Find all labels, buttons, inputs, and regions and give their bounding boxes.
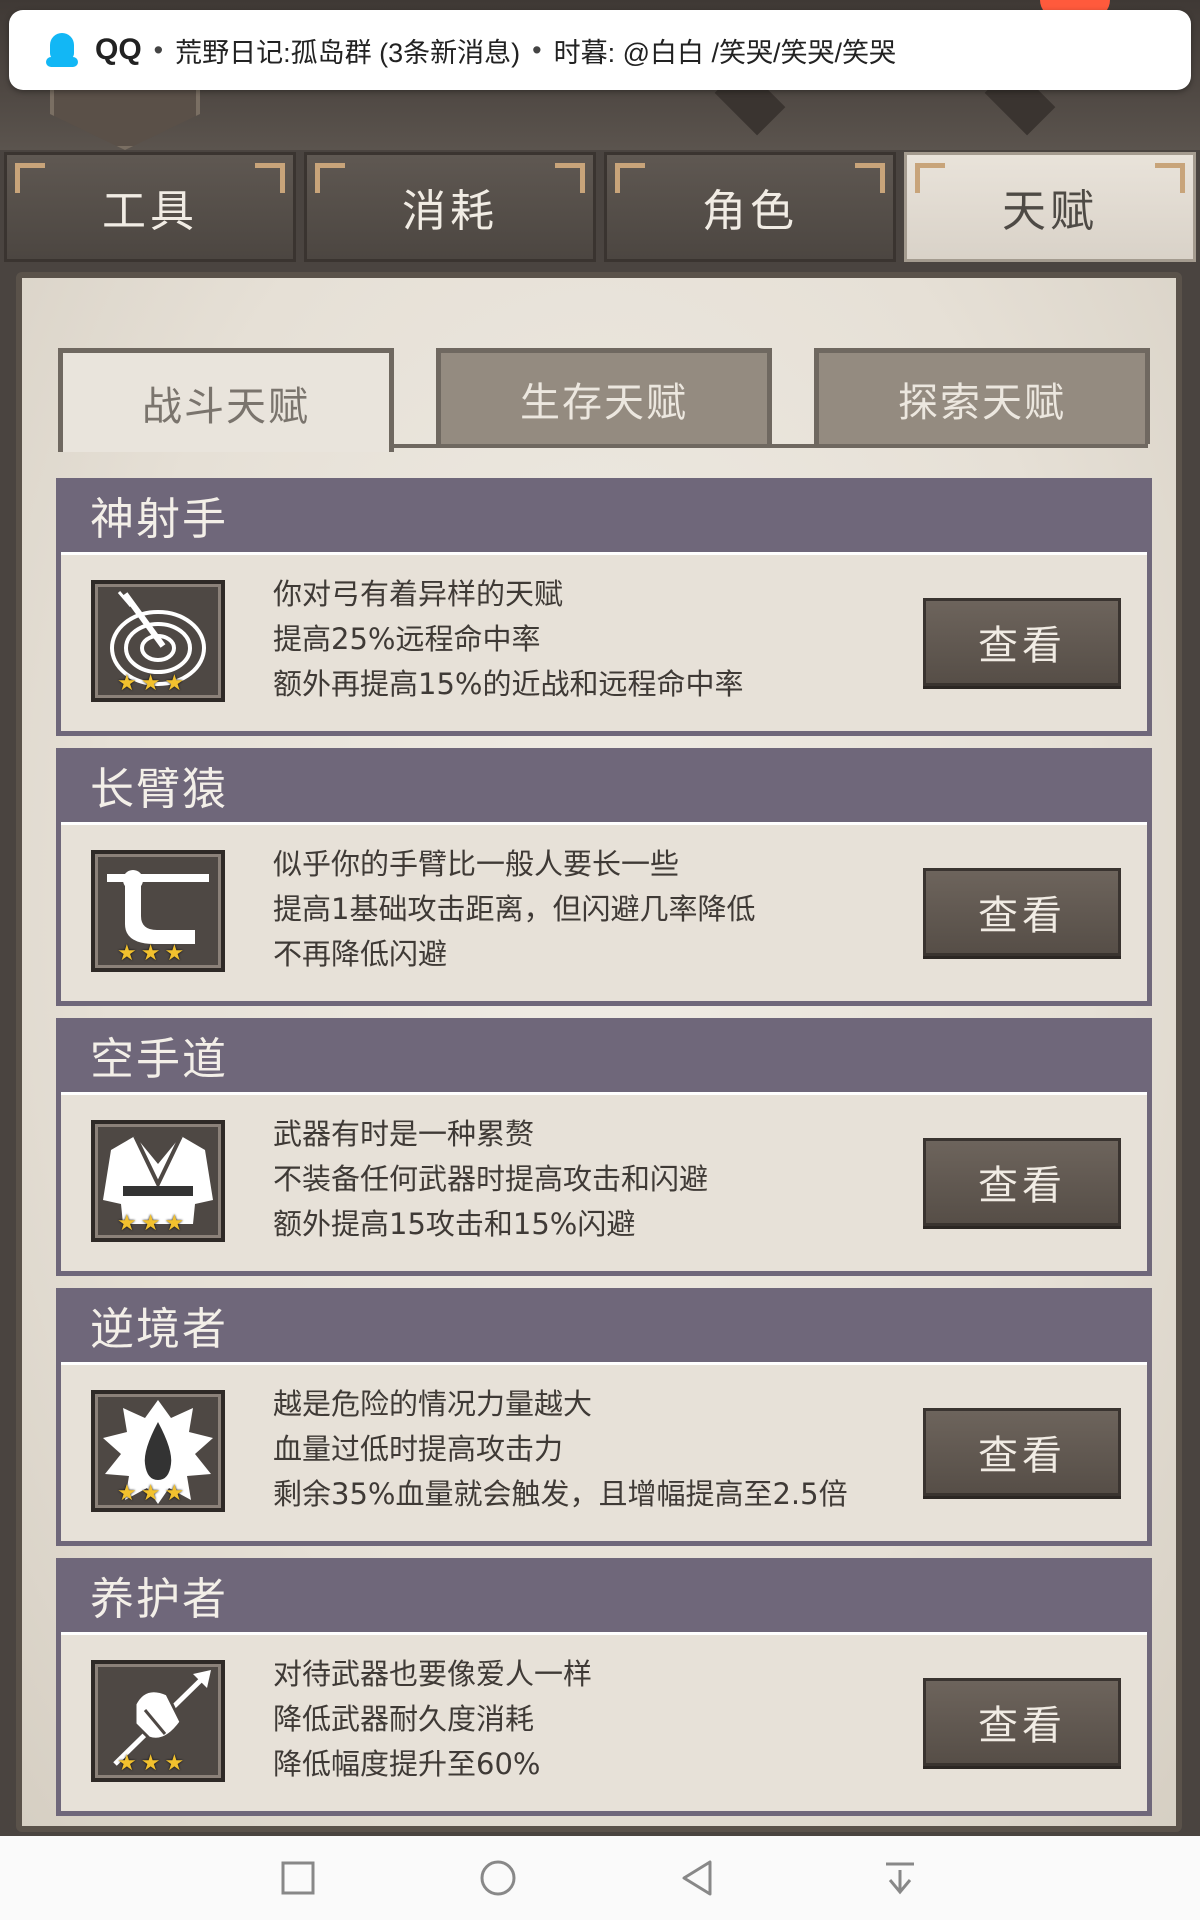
talent-line: 不装备任何武器时提高攻击和闪避 [273,1162,709,1196]
talent-description: 你对弓有着异样的天赋 提高25%远程命中率 额外再提高15%的近战和远程命中率 [273,572,973,707]
talent-subtabs: 战斗天赋 生存天赋 探索天赋 [58,348,1150,452]
talent-title: 神射手 [56,478,1152,552]
home-icon[interactable] [478,1858,518,1898]
talent-panel: 战斗天赋 生存天赋 探索天赋 神射手 ★★★ 你对弓有着异样的天赋 提高25%远… [16,272,1182,1832]
tab-talents[interactable]: 天赋 [904,152,1196,262]
recent-apps-icon[interactable] [278,1858,318,1898]
talent-line: 剩余35%血量就会触发，且增幅提高至2.5倍 [273,1477,848,1511]
talent-card: 逆境者 ★★★ 越是危险的情况力量越大 血量过低时提高攻击力 剩余35%血量就会… [56,1288,1152,1552]
talent-line: 似乎你的手臂比一般人要长一些 [273,847,680,881]
talent-line: 提高1基础攻击距离，但闪避几率降低 [273,892,756,926]
talent-card: 养护者 ★★★ 对待武器也要像爱人一样 降低武器耐久度消耗 降低幅度提升至60% [56,1558,1152,1822]
talent-title: 长臂猿 [56,748,1152,822]
target-arrow-icon: ★★★ [91,580,225,702]
notification-group: 荒野日记:孤岛群 (3条新消息) [175,37,521,68]
talent-line: 武器有时是一种累赘 [273,1117,535,1151]
tab-corner-ornament [315,163,345,193]
view-button[interactable]: 查看 [923,868,1121,956]
tab-corner-ornament [915,163,945,193]
rating-stars: ★★★ [117,1211,189,1236]
tab-label: 天赋 [1002,186,1098,237]
karate-gi-icon: ★★★ [91,1120,225,1242]
notification-separator: • [153,34,164,65]
notification-message: 时暮: @白白 /笑哭/笑哭/笑哭 [553,37,897,68]
talent-description: 对待武器也要像爱人一样 降低武器耐久度消耗 降低幅度提升至60% [273,1652,973,1787]
notification-pull-icon[interactable] [880,1858,920,1898]
notification-app-name: QQ [95,33,142,66]
talent-card: 空手道 ★★★ 武器有时是一种累赘 不装备任何武器时提高攻击和闪避 额外提高15… [56,1018,1152,1282]
tab-label: 消耗 [402,186,498,237]
talent-title: 逆境者 [56,1288,1152,1362]
talent-body: ★★★ 对待武器也要像爱人一样 降低武器耐久度消耗 降低幅度提升至60% 查看 [56,1632,1152,1816]
view-button[interactable]: 查看 [923,1138,1121,1226]
back-icon[interactable] [678,1858,718,1898]
talent-list: 神射手 ★★★ 你对弓有着异样的天赋 提高25%远程命中率 额外再提高15%的近… [56,478,1152,1828]
long-arm-icon: ★★★ [91,850,225,972]
talent-title: 空手道 [56,1018,1152,1092]
talent-line: 你对弓有着异样的天赋 [273,577,564,611]
tab-corner-ornament [255,163,285,193]
subtab-exploration-talents[interactable]: 探索天赋 [814,348,1150,444]
tab-consumables[interactable]: 消耗 [304,152,596,262]
tab-label: 角色 [702,186,798,237]
qq-penguin-icon [45,33,79,67]
talent-line: 提高25%远程命中率 [273,622,541,656]
rating-stars: ★★★ [117,941,189,966]
talent-body: ★★★ 越是危险的情况力量越大 血量过低时提高攻击力 剩余35%血量就会触发，且… [56,1362,1152,1546]
talent-title: 养护者 [56,1558,1152,1632]
tab-character[interactable]: 角色 [604,152,896,262]
tab-corner-ornament [555,163,585,193]
talent-body: ★★★ 似乎你的手臂比一般人要长一些 提高1基础攻击距离，但闪避几率降低 不再降… [56,822,1152,1006]
rating-stars: ★★★ [117,1481,189,1506]
system-nav-bar [0,1836,1200,1920]
view-button[interactable]: 查看 [923,1408,1121,1496]
subtab-combat-talents[interactable]: 战斗天赋 [58,348,394,452]
tab-corner-ornament [615,163,645,193]
talent-line: 血量过低时提高攻击力 [273,1432,564,1466]
talent-line: 对待武器也要像爱人一样 [273,1657,593,1691]
talent-line: 降低幅度提升至60% [273,1747,541,1781]
talent-description: 武器有时是一种累赘 不装备任何武器时提高攻击和闪避 额外提高15攻击和15%闪避 [273,1112,973,1247]
talent-line: 越是危险的情况力量越大 [273,1387,593,1421]
tab-tools[interactable]: 工具 [4,152,296,262]
talent-line: 额外提高15攻击和15%闪避 [273,1207,636,1241]
view-button[interactable]: 查看 [923,1678,1121,1766]
blood-drop-icon: ★★★ [91,1390,225,1512]
subtab-survival-talents[interactable]: 生存天赋 [436,348,772,444]
notification-separator: • [532,34,542,65]
weapon-care-icon: ★★★ [91,1660,225,1782]
talent-line: 额外再提高15%的近战和远程命中率 [273,667,744,701]
talent-description: 似乎你的手臂比一般人要长一些 提高1基础攻击距离，但闪避几率降低 不再降低闪避 [273,842,973,977]
talent-line: 不再降低闪避 [273,937,448,971]
qq-notification-banner[interactable]: QQ • 荒野日记:孤岛群 (3条新消息) • 时暮: @白白 /笑哭/笑哭/笑… [9,10,1191,90]
talent-line: 降低武器耐久度消耗 [273,1702,535,1736]
talent-description: 越是危险的情况力量越大 血量过低时提高攻击力 剩余35%血量就会触发，且增幅提高… [273,1382,973,1517]
rating-stars: ★★★ [117,1751,189,1776]
talent-card: 神射手 ★★★ 你对弓有着异样的天赋 提高25%远程命中率 额外再提高15%的近… [56,478,1152,742]
tab-corner-ornament [855,163,885,193]
tab-label: 工具 [102,186,198,237]
view-button[interactable]: 查看 [923,598,1121,686]
talent-body: ★★★ 武器有时是一种累赘 不装备任何武器时提高攻击和闪避 额外提高15攻击和1… [56,1092,1152,1276]
rating-stars: ★★★ [117,671,189,696]
tab-corner-ornament [15,163,45,193]
talent-body: ★★★ 你对弓有着异样的天赋 提高25%远程命中率 额外再提高15%的近战和远程… [56,552,1152,736]
tab-corner-ornament [1155,163,1185,193]
talent-card: 长臂猿 ★★★ 似乎你的手臂比一般人要长一些 提高1基础攻击距离，但闪避几率降低… [56,748,1152,1012]
category-tabs: 工具 消耗 角色 天赋 [0,152,1200,262]
